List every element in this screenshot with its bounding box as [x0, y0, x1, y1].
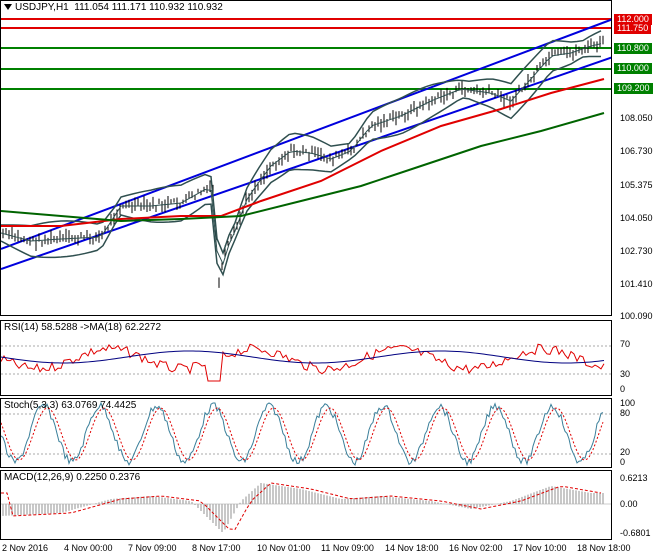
stochastic-pane[interactable]: Stoch(5,3,3) 63.0769 74.4425	[0, 398, 612, 468]
time-label: 14 Nov 18:00	[385, 543, 439, 553]
stoch-main-line	[1, 401, 604, 467]
price-axis: 108.050 106.730 105.375 104.050 102.730 …	[612, 0, 660, 321]
level-tag-110800: 110.800	[614, 43, 652, 54]
price-tick: 105.375	[620, 180, 653, 190]
time-label: 11 Nov 09:00	[321, 543, 374, 553]
time-label: 7 Nov 09:00	[128, 543, 177, 553]
bollinger-middle	[1, 43, 602, 266]
moving-average-slow	[1, 112, 605, 223]
rsi-axis: 70 30 0	[612, 320, 660, 396]
rsi-ma-line	[1, 350, 605, 364]
time-label: 18 Nov 18:00	[577, 543, 631, 553]
macd-tick: 0.6213	[620, 473, 648, 483]
chart-dropdown-icon[interactable]	[4, 4, 12, 11]
stoch-tick: 80	[620, 408, 631, 418]
macd-tick: 0.00	[620, 499, 638, 509]
price-tick: 108.050	[620, 113, 653, 123]
time-label: 2 Nov 2016	[2, 543, 49, 553]
ohlc-values: 111.054 111.171 110.932 110.932	[74, 2, 223, 13]
time-label: 8 Nov 17:00	[192, 543, 241, 553]
macd-tick: -0.6801	[620, 528, 651, 538]
price-chart-pane[interactable]: USDJPY,H1 111.054 111.171 110.932 110.93…	[0, 0, 612, 316]
time-label: 4 Nov 00:00	[64, 543, 113, 553]
time-label: 17 Nov 10:00	[513, 543, 567, 553]
bollinger-upper	[1, 30, 602, 256]
time-label: 10 Nov 01:00	[257, 543, 311, 553]
price-tick: 106.730	[620, 146, 653, 156]
price-tick: 102.730	[620, 246, 653, 256]
stoch-tick: 0	[620, 457, 626, 467]
time-label: 16 Nov 02:00	[449, 543, 503, 553]
macd-axis: 0.6213 0.00 -0.6801	[612, 470, 660, 540]
stoch-tick: 20	[620, 447, 631, 457]
stoch-signal-line	[1, 407, 604, 461]
level-tag-110000: 110.000	[614, 63, 652, 74]
macd-label: MACD(12,26,9) 0.2250 0.2376	[4, 472, 141, 483]
rsi-tick: 70	[620, 339, 631, 349]
level-tag-109200: 109.200	[614, 83, 653, 94]
macd-signal-line	[1, 482, 602, 530]
rsi-pane[interactable]: RSI(14) 58.5288 ->MA(18) 62.2272	[0, 320, 612, 396]
symbol-label: USDJPY,H1	[15, 2, 69, 13]
price-chart-canvas	[1, 18, 611, 288]
price-tick: 101.410	[620, 279, 653, 289]
stoch-tick: 100	[620, 398, 636, 408]
stochastic-axis: 100 80 20 0	[612, 398, 660, 468]
trend-channel-upper	[1, 18, 611, 250]
chart-symbol-header: USDJPY,H1 111.054 111.171 110.932 110.93…	[4, 2, 223, 13]
rsi-tick: 30	[620, 369, 631, 379]
macd-pane[interactable]: MACD(12,26,9) 0.2250 0.2376	[0, 470, 612, 540]
rsi-tick: 0	[620, 384, 626, 394]
stochastic-label: Stoch(5,3,3) 63.0769 74.4425	[4, 400, 137, 411]
rsi-label: RSI(14) 58.5288 ->MA(18) 62.2272	[4, 322, 162, 333]
price-tick: 104.050	[620, 213, 653, 223]
level-tag-111750: 111.750	[614, 23, 652, 34]
